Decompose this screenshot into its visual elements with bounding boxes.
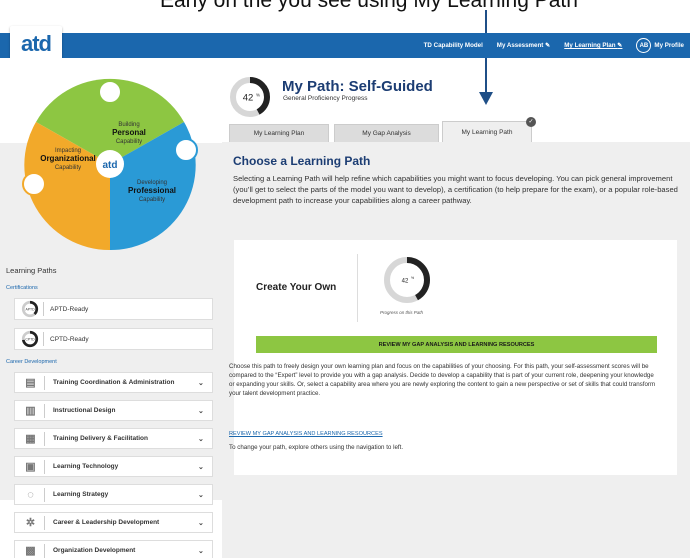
bulb-icon bbox=[98, 80, 122, 104]
card-note: To change your path, explore others usin… bbox=[229, 444, 404, 451]
career-label: Instructional Design bbox=[53, 407, 116, 414]
career-label: Learning Strategy bbox=[53, 491, 109, 498]
chevron-down-icon[interactable]: ⌄ bbox=[198, 407, 212, 415]
card-title: Create Your Own bbox=[256, 282, 337, 293]
create-your-own-card: Create Your Own 42 % Progress on this Pa… bbox=[229, 240, 677, 475]
organizational-line2: Organizational bbox=[40, 154, 96, 163]
page: Early on the you see using My Learning P… bbox=[0, 0, 690, 558]
career-row-training-coordination[interactable]: ▤ Training Coordination & Administration… bbox=[14, 372, 213, 393]
clipboard-icon: ▤ bbox=[25, 376, 36, 389]
nav-my-profile[interactable]: AB My Profile bbox=[636, 38, 684, 53]
cert-card-aptd[interactable]: APTD APTD-Ready bbox=[14, 298, 213, 320]
org-icon: ▩ bbox=[25, 544, 36, 557]
path-subtitle: General Proficiency Progress bbox=[283, 95, 368, 102]
nav-my-learning-plan[interactable]: My Learning Plan ✎ bbox=[564, 42, 622, 49]
nav-my-assessment[interactable]: My Assessment ✎ bbox=[497, 42, 550, 49]
tab-my-gap-analysis[interactable]: My Gap Analysis bbox=[334, 124, 439, 142]
runner-icon bbox=[174, 138, 198, 162]
path-title: My Path: Self-Guided bbox=[282, 78, 433, 95]
path-percent: 42 bbox=[243, 93, 254, 104]
card-separator bbox=[43, 302, 44, 316]
cptd-progress-ring: CPTD bbox=[21, 330, 39, 348]
career-label: Organization Development bbox=[53, 547, 136, 554]
career-development-label: Career Development bbox=[6, 359, 57, 365]
row-separator bbox=[44, 543, 45, 558]
gear-icon: ✲ bbox=[25, 516, 36, 529]
review-gap-analysis-link[interactable]: REVIEW MY GAP ANALYSIS AND LEARNING RESO… bbox=[229, 431, 383, 437]
aptd-progress-ring: APTD bbox=[21, 300, 39, 318]
career-row-training-delivery[interactable]: ▦ Training Delivery & Facilitation ⌄ bbox=[14, 428, 213, 449]
card-divider bbox=[357, 254, 358, 322]
laptop-icon: ▣ bbox=[25, 460, 36, 473]
center-logo: atd bbox=[103, 160, 118, 171]
row-separator bbox=[44, 431, 45, 446]
chevron-down-icon[interactable]: ⌄ bbox=[198, 491, 212, 499]
row-separator bbox=[44, 375, 45, 390]
card-separator bbox=[43, 332, 44, 346]
edit-icon: ✎ bbox=[617, 42, 623, 49]
tab-my-learning-plan[interactable]: My Learning Plan bbox=[229, 124, 329, 142]
capability-model-diagram[interactable]: atd Building Personal Capability Impacti… bbox=[6, 60, 214, 268]
review-gap-analysis-button[interactable]: REVIEW MY GAP ANALYSIS AND LEARNING RESO… bbox=[256, 336, 657, 353]
career-row-learning-technology[interactable]: ▣ Learning Technology ⌄ bbox=[14, 456, 213, 477]
tab-my-learning-path[interactable]: My Learning Path bbox=[442, 121, 532, 142]
row-separator bbox=[44, 487, 45, 502]
presentation-icon: ▦ bbox=[25, 432, 36, 445]
nav-capability-model[interactable]: TD Capability Model bbox=[424, 42, 483, 49]
professional-line3: Capability bbox=[139, 197, 165, 203]
personal-line3: Capability bbox=[116, 139, 142, 145]
svg-text:APTD: APTD bbox=[25, 308, 35, 312]
organizational-line3: Capability bbox=[55, 165, 81, 171]
path-progress-ring: 42 % bbox=[230, 77, 270, 117]
row-separator bbox=[44, 403, 45, 418]
svg-text:%: % bbox=[256, 93, 260, 98]
progress-label: Progress on this Path bbox=[380, 310, 424, 315]
chevron-down-icon[interactable]: ⌄ bbox=[198, 379, 212, 387]
row-separator bbox=[44, 459, 45, 474]
career-row-leadership[interactable]: ✲ Career & Leadership Development ⌄ bbox=[14, 512, 213, 533]
lightbulb-icon: ◌ bbox=[27, 488, 34, 501]
row-separator bbox=[44, 515, 45, 530]
learning-paths-title: Learning Paths bbox=[6, 266, 57, 275]
svg-text:CPTD: CPTD bbox=[25, 338, 35, 342]
career-label: Training Delivery & Facilitation bbox=[53, 435, 148, 442]
career-row-learning-strategy[interactable]: ◌ Learning Strategy ⌄ bbox=[14, 484, 213, 505]
atd-logo[interactable]: atd bbox=[10, 26, 62, 62]
career-label: Learning Technology bbox=[53, 463, 119, 470]
check-icon: ✓ bbox=[526, 117, 536, 127]
annotation-arrow-head bbox=[479, 92, 493, 105]
cert-card-cptd[interactable]: CPTD CPTD-Ready bbox=[14, 328, 213, 350]
personal-line2: Personal bbox=[112, 128, 146, 137]
avatar: AB bbox=[636, 38, 652, 53]
certifications-label: Certifications bbox=[6, 285, 38, 291]
main-title: Choose a Learning Path bbox=[233, 154, 371, 168]
chevron-down-icon[interactable]: ⌄ bbox=[198, 463, 212, 471]
cert-label: APTD-Ready bbox=[50, 305, 89, 313]
chart-icon bbox=[22, 172, 46, 196]
card-percent: 42 bbox=[402, 279, 409, 285]
career-label: Training Coordination & Administration bbox=[53, 379, 175, 386]
caption-text: Early on the you see using My Learning P… bbox=[160, 0, 578, 12]
edit-icon: ✎ bbox=[545, 42, 551, 49]
chevron-down-icon[interactable]: ⌄ bbox=[198, 519, 212, 527]
career-row-organization-development[interactable]: ▩ Organization Development ⌄ bbox=[14, 540, 213, 558]
chevron-down-icon[interactable]: ⌄ bbox=[198, 547, 212, 555]
career-row-instructional-design[interactable]: ▥ Instructional Design ⌄ bbox=[14, 400, 213, 421]
card-progress-ring: 42 % bbox=[384, 257, 430, 303]
svg-text:%: % bbox=[411, 276, 414, 280]
building-icon: ▥ bbox=[25, 404, 36, 417]
professional-line2: Professional bbox=[128, 186, 176, 195]
career-label: Career & Leadership Development bbox=[53, 519, 160, 526]
chevron-down-icon[interactable]: ⌄ bbox=[198, 435, 212, 443]
card-body-text: Choose this path to freely design your o… bbox=[229, 363, 656, 397]
cert-label: CPTD-Ready bbox=[50, 335, 89, 343]
main-description: Selecting a Learning Path will help refi… bbox=[233, 174, 678, 205]
top-nav-items: TD Capability Model My Assessment ✎ My L… bbox=[424, 33, 684, 58]
